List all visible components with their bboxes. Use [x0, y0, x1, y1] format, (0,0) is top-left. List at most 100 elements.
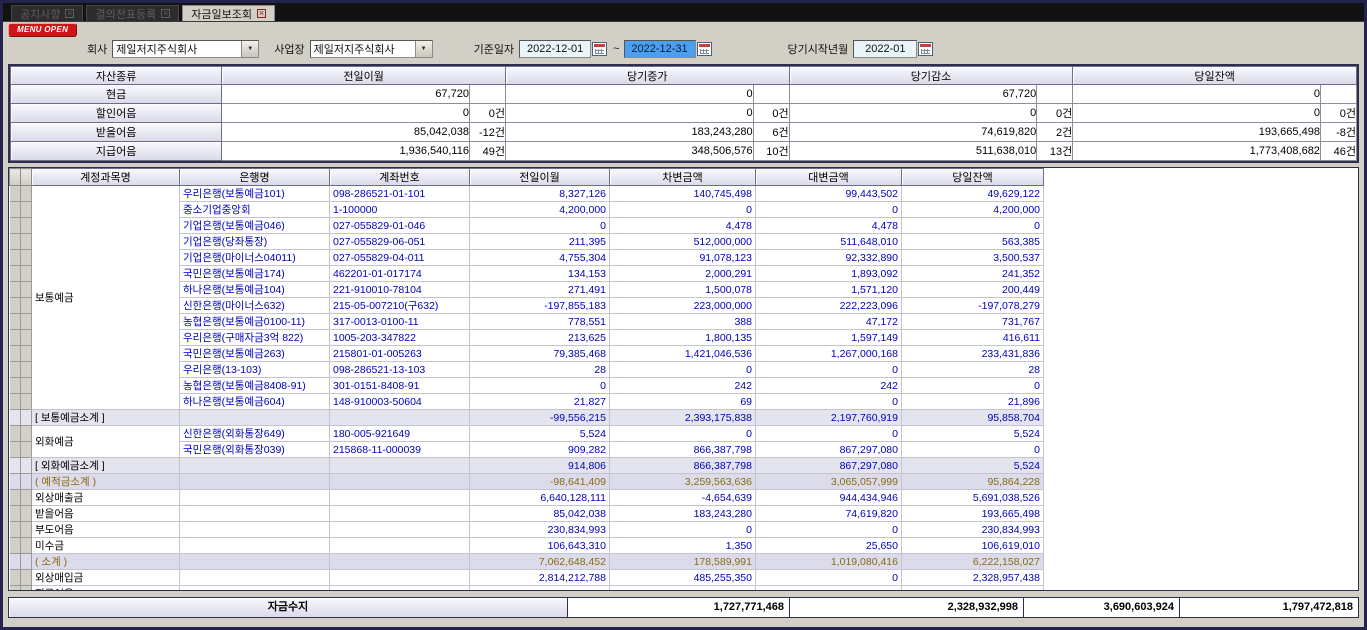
amount-cell[interactable]: 867,297,080	[756, 458, 902, 474]
bank-name-cell[interactable]: 기업은행(보통예금046)	[180, 218, 330, 234]
amount-cell[interactable]: 866,387,798	[610, 442, 756, 458]
account-number-cell[interactable]	[330, 410, 470, 426]
account-number-cell[interactable]	[330, 570, 470, 586]
row-selector[interactable]	[21, 570, 32, 586]
bank-name-cell[interactable]	[180, 458, 330, 474]
amount-cell[interactable]: 183,243,280	[610, 506, 756, 522]
account-group-cell[interactable]: 외화예금	[32, 426, 180, 458]
bank-name-cell[interactable]	[180, 554, 330, 570]
amount-cell[interactable]: 1,597,149	[756, 330, 902, 346]
bank-name-cell[interactable]	[180, 506, 330, 522]
amount-cell[interactable]: 4,478	[610, 218, 756, 234]
summary-amount-cell[interactable]: 193,665,498	[1073, 123, 1321, 142]
row-label-cell[interactable]: ( 예적금소계 )	[32, 474, 180, 490]
summary-count-cell[interactable]: 49건	[469, 142, 505, 161]
account-number-cell[interactable]: 180-005-921649	[330, 426, 470, 442]
amount-cell[interactable]: 8,327,126	[470, 186, 610, 202]
bank-name-cell[interactable]	[180, 522, 330, 538]
amount-cell[interactable]: 944,434,946	[756, 490, 902, 506]
amount-cell[interactable]: 0	[610, 522, 756, 538]
amount-cell[interactable]: 388	[610, 314, 756, 330]
summary-amount-cell[interactable]: 0	[505, 85, 753, 104]
account-number-cell[interactable]: 098-286521-01-101	[330, 186, 470, 202]
row-selector[interactable]	[10, 330, 21, 346]
row-selector[interactable]	[21, 538, 32, 554]
amount-cell[interactable]: 0	[902, 442, 1044, 458]
amount-cell[interactable]: 47,172	[756, 314, 902, 330]
amount-cell[interactable]: 511,648,010	[756, 234, 902, 250]
amount-cell[interactable]: -197,078,279	[902, 298, 1044, 314]
row-selector[interactable]	[21, 474, 32, 490]
account-number-cell[interactable]: 462201-01-017174	[330, 266, 470, 282]
amount-cell[interactable]: 5,524	[470, 426, 610, 442]
row-selector[interactable]	[10, 426, 21, 442]
account-number-cell[interactable]: 1005-203-347822	[330, 330, 470, 346]
amount-cell[interactable]: 1,936,540,116	[470, 586, 610, 592]
row-selector[interactable]	[10, 394, 21, 410]
amount-cell[interactable]: 3,500,537	[902, 250, 1044, 266]
row-selector[interactable]	[21, 298, 32, 314]
amount-cell[interactable]: 563,385	[902, 234, 1044, 250]
row-selector[interactable]	[21, 426, 32, 442]
row-selector[interactable]	[10, 410, 21, 426]
row-label-cell[interactable]: 부도어음	[32, 522, 180, 538]
bank-name-cell[interactable]	[180, 490, 330, 506]
amount-cell[interactable]: 485,255,350	[610, 570, 756, 586]
close-icon[interactable]: ×	[161, 9, 170, 18]
amount-cell[interactable]: 1,350	[610, 538, 756, 554]
row-selector[interactable]	[21, 442, 32, 458]
summary-amount-cell[interactable]: 183,243,280	[505, 123, 753, 142]
amount-cell[interactable]: 0	[902, 218, 1044, 234]
amount-cell[interactable]: 271,491	[470, 282, 610, 298]
amount-cell[interactable]: 140,745,498	[610, 186, 756, 202]
row-selector[interactable]	[10, 218, 21, 234]
amount-cell[interactable]: 1,500,078	[610, 282, 756, 298]
bank-name-cell[interactable]: 기업은행(마이너스04011)	[180, 250, 330, 266]
row-selector[interactable]	[21, 282, 32, 298]
chevron-down-icon[interactable]: ▼	[415, 41, 432, 57]
amount-cell[interactable]: 1,267,000,168	[756, 346, 902, 362]
account-number-cell[interactable]: 215868-11-000039	[330, 442, 470, 458]
row-label-cell[interactable]: 외상매입금	[32, 570, 180, 586]
bank-name-cell[interactable]: 국민은행(외화통장039)	[180, 442, 330, 458]
amount-cell[interactable]: 106,619,010	[902, 538, 1044, 554]
row-selector[interactable]	[10, 250, 21, 266]
tab-item[interactable]: 결의전표등록×	[86, 5, 179, 21]
amount-cell[interactable]: 28	[902, 362, 1044, 378]
row-selector[interactable]	[21, 522, 32, 538]
row-selector[interactable]	[10, 490, 21, 506]
amount-cell[interactable]: 233,431,836	[902, 346, 1044, 362]
row-label-cell[interactable]: [ 보통예금소계 ]	[32, 410, 180, 426]
amount-cell[interactable]: 79,385,468	[470, 346, 610, 362]
amount-cell[interactable]: 134,153	[470, 266, 610, 282]
summary-count-cell[interactable]: 13건	[1037, 142, 1073, 161]
row-selector[interactable]	[10, 570, 21, 586]
row-selector[interactable]	[21, 394, 32, 410]
bizplace-select[interactable]: 제일저지주식회사 ▼	[310, 40, 433, 58]
row-selector[interactable]	[21, 410, 32, 426]
amount-cell[interactable]: 21,827	[470, 394, 610, 410]
row-selector[interactable]	[10, 346, 21, 362]
row-label-cell[interactable]: 받을어음	[32, 506, 180, 522]
bank-name-cell[interactable]: 농협은행(보통예금0100-11)	[180, 314, 330, 330]
bank-name-cell[interactable]	[180, 570, 330, 586]
summary-count-cell[interactable]: -8건	[1320, 123, 1356, 142]
bank-name-cell[interactable]: 하나은행(보통예금104)	[180, 282, 330, 298]
amount-cell[interactable]: 0	[470, 378, 610, 394]
amount-cell[interactable]: 0	[470, 218, 610, 234]
amount-cell[interactable]: 25,650	[756, 538, 902, 554]
summary-amount-cell[interactable]: 85,042,038	[222, 123, 470, 142]
amount-cell[interactable]: 914,806	[470, 458, 610, 474]
amount-cell[interactable]: 74,619,820	[756, 506, 902, 522]
account-number-cell[interactable]: 301-0151-8408-91	[330, 378, 470, 394]
amount-cell[interactable]: 99,443,502	[756, 186, 902, 202]
bank-name-cell[interactable]: 우리은행(보통예금101)	[180, 186, 330, 202]
amount-cell[interactable]: 1,019,080,416	[756, 554, 902, 570]
row-selector[interactable]	[21, 330, 32, 346]
row-label-cell[interactable]: 지급어음	[32, 586, 180, 592]
summary-amount-cell[interactable]: 67,720	[222, 85, 470, 104]
calendar-icon[interactable]	[697, 42, 712, 56]
account-number-cell[interactable]	[330, 490, 470, 506]
calendar-icon[interactable]	[592, 42, 607, 56]
account-number-cell[interactable]	[330, 586, 470, 592]
